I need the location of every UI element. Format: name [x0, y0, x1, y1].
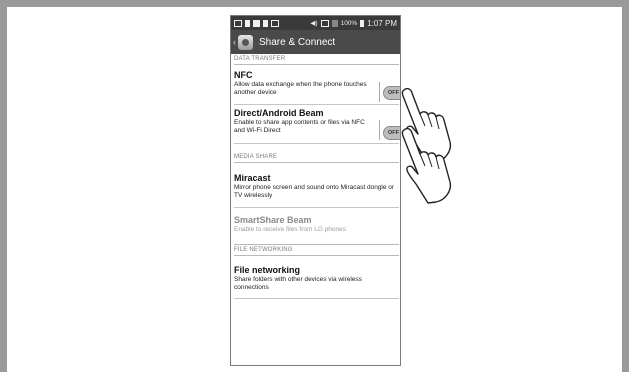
miracast-description: Mirror phone screen and sound onto Mirac…	[234, 184, 395, 199]
file-networking-description: Share folders with other devices via wir…	[234, 276, 362, 291]
smartshare-description: Enable to receive files from LG phones	[234, 226, 347, 233]
file-networking-row[interactable]: File networking Share folders with other…	[234, 258, 399, 299]
phone-screen: ◀) 100% 1:07 PM ‹ Share & Connect DATA T…	[230, 15, 401, 366]
signal-icon	[331, 19, 338, 27]
beam-row[interactable]: Direct/Android Beam Enable to share app …	[234, 105, 399, 144]
miracast-title: Miracast	[234, 173, 271, 183]
toggle-divider	[379, 120, 380, 140]
status-bar: ◀) 100% 1:07 PM	[231, 16, 400, 30]
upload-icon	[245, 19, 250, 27]
beam-title: Direct/Android Beam	[234, 108, 324, 118]
hand-pointer-icon	[401, 127, 452, 204]
nfc-row[interactable]: NFC Allow data exchange when the phone t…	[234, 67, 399, 105]
nfc-title: NFC	[234, 70, 253, 80]
volume-icon: ◀)	[310, 20, 318, 27]
nfc-description: Allow data exchange when the phone touch…	[234, 81, 367, 96]
lock-icon	[263, 19, 268, 27]
section-header-data-transfer: DATA TRANSFER	[234, 56, 399, 65]
miracast-row[interactable]: Miracast Mirror phone screen and sound o…	[234, 165, 399, 208]
share-connect-icon[interactable]	[238, 34, 253, 50]
calendar-icon	[253, 19, 260, 27]
battery-percent: 100%	[340, 19, 358, 27]
section-header-file-networking: FILE NETWORKING	[234, 247, 399, 256]
section-header-media-share: MEDIA SHARE	[234, 154, 399, 163]
toggle-divider	[379, 82, 380, 102]
battery-icon	[360, 19, 365, 27]
page-title: Share & Connect	[259, 36, 336, 48]
back-icon[interactable]: ‹	[231, 37, 238, 47]
file-networking-title: File networking	[234, 265, 301, 275]
nfc-status-icon	[320, 19, 329, 27]
app-bar: ‹ Share & Connect	[231, 30, 400, 54]
status-time: 1:07 PM	[367, 18, 397, 28]
image-icon	[234, 19, 242, 27]
message-icon	[271, 19, 279, 27]
smartshare-title: SmartShare Beam	[234, 215, 312, 225]
beam-description: Enable to share app contents or files vi…	[234, 119, 365, 134]
smartshare-row[interactable]: SmartShare Beam Enable to receive files …	[234, 208, 399, 245]
